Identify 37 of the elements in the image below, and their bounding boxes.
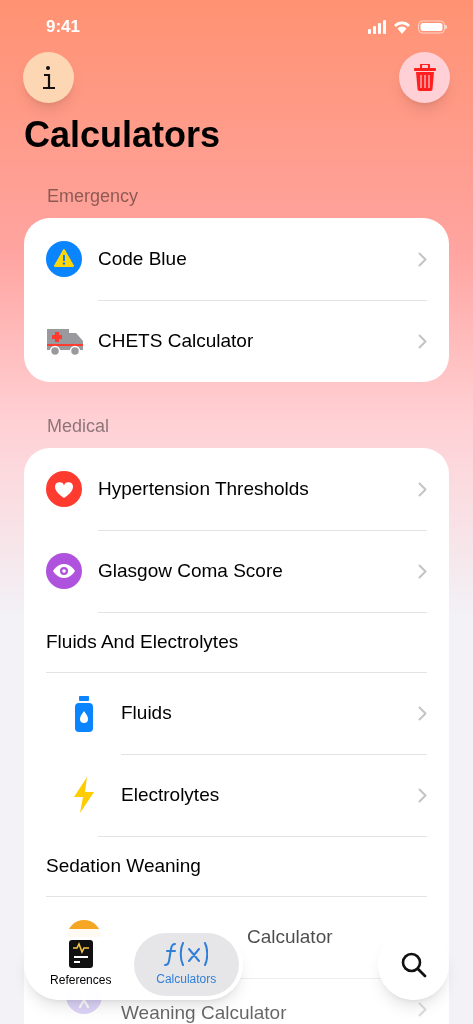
row-label: Code Blue xyxy=(98,246,187,271)
page-title: Calculators xyxy=(23,113,222,157)
signal-icon xyxy=(368,20,386,34)
info-icon xyxy=(41,64,56,91)
row-label: Hypertension Thresholds xyxy=(98,476,309,501)
section-header: Medical xyxy=(47,415,110,438)
trash-icon xyxy=(413,64,436,91)
row-label: Fluids xyxy=(121,701,172,726)
function-icon xyxy=(164,941,209,967)
row-label: CHETS Calculator xyxy=(98,329,254,354)
section-header: Emergency xyxy=(47,185,139,208)
status-time: 9:41 xyxy=(46,16,81,39)
document-icon xyxy=(68,940,93,968)
bottle-icon xyxy=(74,695,93,732)
chevron-icon xyxy=(418,564,427,579)
row-label: Glasgow Coma Score xyxy=(98,559,283,584)
chevron-icon xyxy=(418,706,427,721)
chevron-icon xyxy=(418,251,427,267)
row-label: Electrolytes xyxy=(121,783,220,808)
row-label: Calculator xyxy=(247,925,333,950)
group-header: Sedation Weaning xyxy=(46,854,201,879)
chevron-icon xyxy=(418,334,427,349)
warning-icon xyxy=(46,241,82,277)
battery-icon xyxy=(418,20,447,34)
row-label: Weaning Calculator xyxy=(121,1002,287,1024)
chevron-icon xyxy=(418,481,427,497)
eye-icon xyxy=(46,553,82,589)
chevron-icon xyxy=(418,788,427,803)
delete-button[interactable] xyxy=(399,52,450,103)
ambulance-icon xyxy=(46,326,84,356)
info-button[interactable] xyxy=(23,52,74,103)
chevron-icon xyxy=(418,1002,427,1017)
tab[interactable]: References xyxy=(28,933,134,996)
wifi-icon xyxy=(394,20,410,34)
group-header: Fluids And Electrolytes xyxy=(46,630,239,655)
search-icon xyxy=(400,951,427,978)
lightning-icon xyxy=(71,777,96,813)
